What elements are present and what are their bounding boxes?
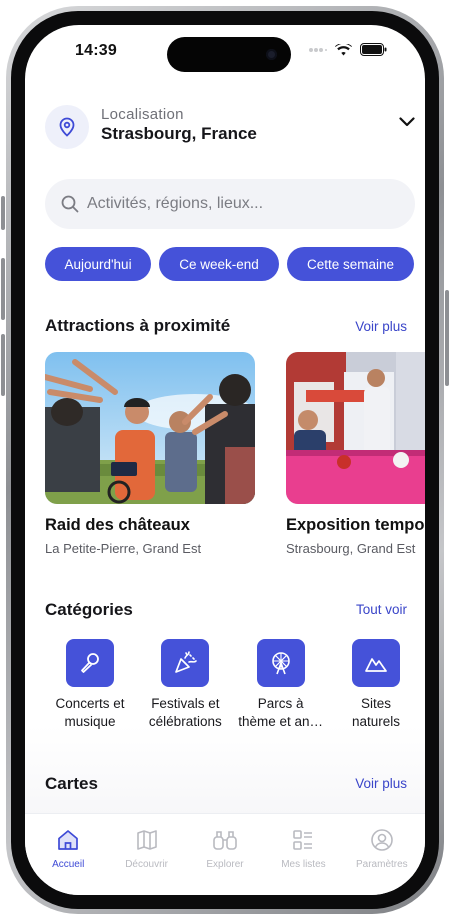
- wifi-icon: [335, 43, 352, 55]
- location-selector[interactable]: Localisation Strasbourg, France: [45, 103, 415, 151]
- categories-row: Concerts et musique Festivals et célébrati…: [45, 639, 421, 731]
- category-label: Festivals et célébrations: [148, 696, 222, 729]
- ferris-wheel-icon: [256, 639, 305, 687]
- party-popper-icon: [161, 639, 210, 687]
- categories-title: Catégories: [45, 600, 133, 619]
- status-icons: [309, 43, 387, 56]
- volume-down-button: [1, 334, 5, 396]
- tab-settings[interactable]: Paramètres: [343, 814, 421, 895]
- attractions-carousel[interactable]: Raid des châteaux La Petite-Pierre, Gran…: [45, 352, 425, 562]
- category-label: Sites naturels: [351, 696, 400, 729]
- maps-title: Cartes: [45, 774, 98, 793]
- tab-label: Mes listes: [281, 859, 326, 870]
- category-label: Parcs à thème et an…: [238, 696, 324, 729]
- category-label: Concerts et musique: [55, 696, 125, 729]
- chevron-down-icon[interactable]: [399, 117, 415, 127]
- chip-weekend[interactable]: Ce week-end: [159, 247, 279, 281]
- phone-bezel: 14:39 Localisation Strasbourg, France Ac…: [11, 11, 439, 909]
- binoculars-icon: [213, 831, 237, 850]
- attractions-title: Attractions à proximité: [45, 316, 231, 335]
- tab-label: Explorer: [206, 859, 244, 870]
- app-screen: 14:39 Localisation Strasbourg, France Ac…: [25, 25, 425, 895]
- tab-explore[interactable]: Explorer: [186, 814, 264, 895]
- mute-switch: [1, 196, 5, 230]
- category-concerts[interactable]: Concerts et musique: [45, 639, 135, 731]
- list-icon: [293, 830, 313, 850]
- tab-label: Accueil: [52, 859, 85, 870]
- location-label: Localisation: [101, 106, 184, 123]
- status-time: 14:39: [75, 42, 117, 59]
- volume-up-button: [1, 258, 5, 320]
- dynamic-island: [167, 37, 291, 72]
- battery-icon: [360, 43, 387, 56]
- tab-label: Découvrir: [125, 859, 168, 870]
- attraction-location: La Petite-Pierre, Grand Est: [45, 541, 202, 556]
- attraction-photo: [45, 352, 255, 504]
- attraction-location: Strasbourg, Grand Est: [286, 541, 416, 556]
- signal-dots-icon: [309, 47, 327, 52]
- user-circle-icon: [371, 829, 393, 851]
- date-filter-chips: Aujourd'hui Ce week-end Cette semaine: [45, 247, 414, 281]
- tab-home[interactable]: Accueil: [29, 814, 107, 895]
- category-theme-parks[interactable]: Parcs à thème et an…: [236, 639, 326, 731]
- chip-today[interactable]: Aujourd'hui: [45, 247, 151, 281]
- tab-discover[interactable]: Découvrir: [107, 814, 185, 895]
- camera-icon: [266, 49, 277, 60]
- search-icon: [61, 195, 79, 213]
- mountain-icon: [351, 639, 400, 687]
- attraction-photo: [286, 352, 425, 504]
- category-festivals[interactable]: Festivals et célébrations: [140, 639, 230, 731]
- tab-my-lists[interactable]: Mes listes: [264, 814, 342, 895]
- chip-this-week[interactable]: Cette semaine: [287, 247, 414, 281]
- attraction-card[interactable]: Raid des châteaux La Petite-Pierre, Gran…: [45, 352, 255, 556]
- attractions-see-more-link[interactable]: Voir plus: [355, 319, 407, 334]
- maps-see-more-link[interactable]: Voir plus: [355, 776, 407, 791]
- phone-frame: 14:39 Localisation Strasbourg, France Ac…: [6, 6, 444, 914]
- attraction-card[interactable]: Exposition tempo Strasbourg, Grand Est: [286, 352, 425, 556]
- status-bar: 14:39: [25, 25, 425, 73]
- attraction-title: Raid des châteaux: [45, 516, 190, 534]
- microphone-icon: [66, 639, 114, 687]
- attraction-title: Exposition tempo: [286, 516, 425, 534]
- location-value: Strasbourg, France: [101, 124, 257, 143]
- tab-bar: Accueil Découvrir Explorer Mes listes Pa…: [25, 813, 425, 895]
- tab-label: Paramètres: [355, 859, 408, 870]
- search-input[interactable]: Activités, régions, lieux...: [45, 179, 415, 229]
- categories-see-all-link[interactable]: Tout voir: [356, 602, 407, 617]
- content-fade: [25, 725, 425, 815]
- power-button: [445, 290, 449, 386]
- map-icon: [136, 830, 157, 850]
- search-placeholder: Activités, régions, lieux...: [87, 195, 264, 212]
- location-pin-icon: [45, 105, 89, 149]
- category-nature[interactable]: Sites naturels: [331, 639, 421, 731]
- home-icon: [58, 830, 79, 850]
